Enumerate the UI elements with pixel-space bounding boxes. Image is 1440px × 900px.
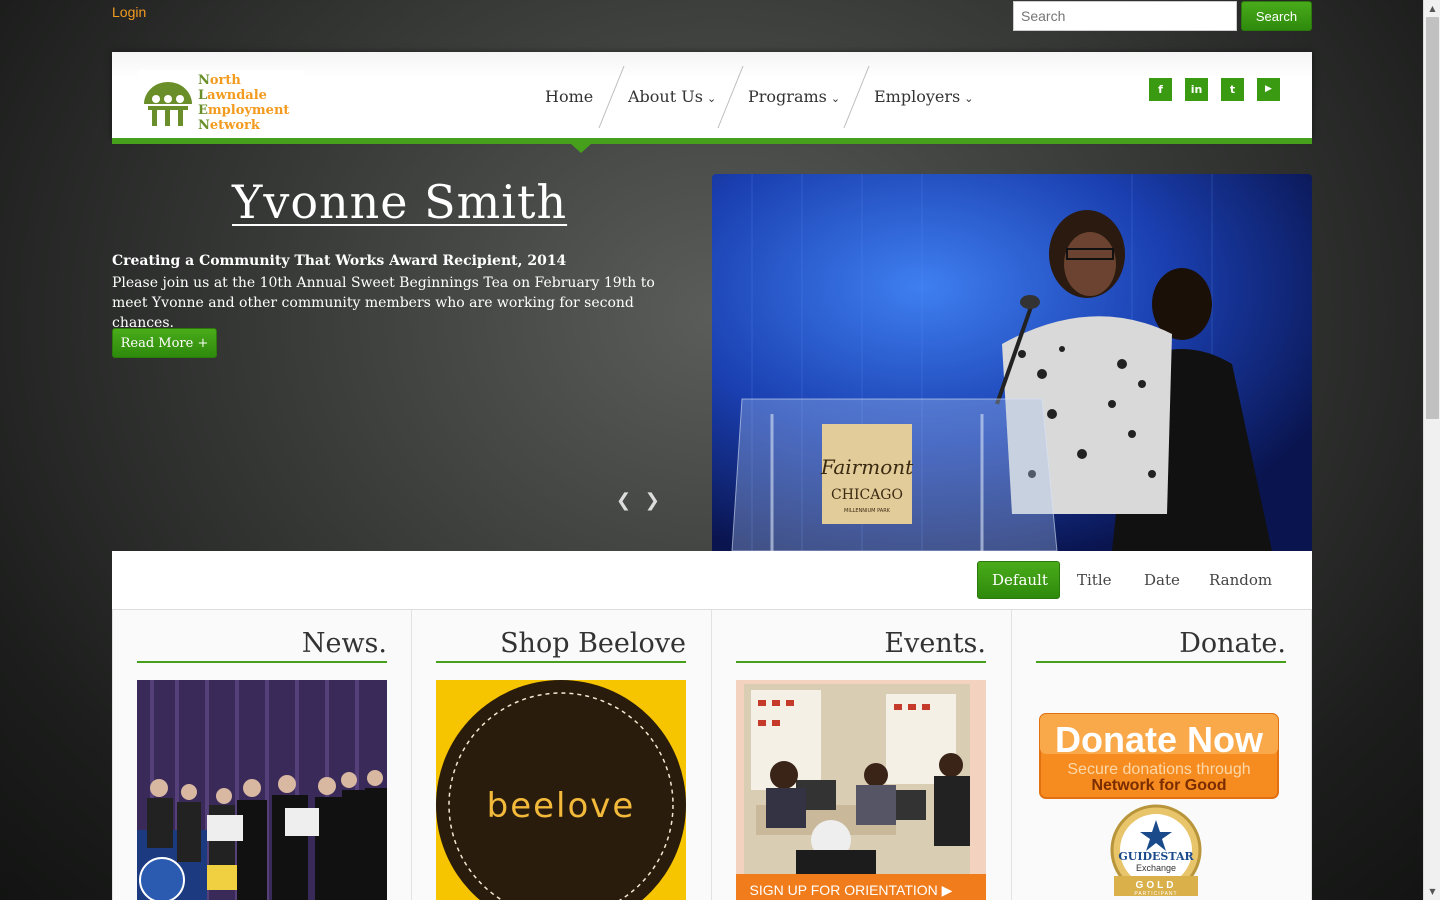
logo-line: Employment bbox=[198, 103, 290, 118]
hero-subtitle: Creating a Community That Works Award Re… bbox=[112, 253, 567, 269]
guidestar-text: Exchange bbox=[1136, 863, 1176, 873]
sort-filter-bar: Default Title Date Random bbox=[112, 551, 1312, 610]
chevron-down-icon: ⌄ bbox=[964, 92, 974, 105]
card-news[interactable]: News. bbox=[112, 610, 412, 900]
nav-item-employers[interactable]: Employers ⌄ bbox=[874, 87, 973, 106]
slider-arrows[interactable]: ❮ ❯ bbox=[616, 490, 664, 511]
scrollbar-thumb[interactable] bbox=[1426, 17, 1439, 419]
read-more-button[interactable]: Read More + bbox=[112, 328, 217, 358]
facebook-icon[interactable]: f bbox=[1149, 78, 1172, 101]
nav-label: Employers bbox=[874, 87, 961, 106]
active-nav-indicator bbox=[571, 144, 591, 153]
card-title[interactable]: News. bbox=[137, 628, 387, 663]
site-logo[interactable]: North Lawndale Employment Network bbox=[138, 70, 304, 136]
donate-now-text: Donate Now bbox=[1055, 719, 1264, 760]
guidestar-text: PARTICIPANT bbox=[1134, 891, 1177, 897]
content-cards: News. Shop Beelove beelove Events. SIGN … bbox=[112, 610, 1312, 900]
podium-text: CHICAGO bbox=[831, 487, 903, 503]
nav-label: Home bbox=[545, 87, 594, 106]
nav-item-home[interactable]: Home bbox=[545, 87, 593, 106]
header-accent-bar bbox=[112, 138, 1312, 144]
beelove-image[interactable]: beelove bbox=[436, 680, 686, 900]
guidestar-text: GOLD bbox=[1136, 880, 1177, 891]
hero-title[interactable]: Yvonne Smith bbox=[232, 175, 567, 229]
logo-mark-icon bbox=[144, 82, 192, 126]
logo-line: North bbox=[198, 73, 241, 88]
hero-body: Please join us at the 10th Annual Sweet … bbox=[112, 275, 655, 331]
chevron-down-icon: ⌄ bbox=[706, 92, 717, 105]
logo-line: Network bbox=[198, 118, 260, 133]
card-events[interactable]: Events. SIGN UP FOR ORIENTATION ▶ bbox=[712, 610, 1012, 900]
search-button[interactable]: Search bbox=[1241, 1, 1312, 31]
donate-image[interactable]: Donate Now Secure donations through Netw… bbox=[1036, 680, 1286, 900]
podium-text: MILLENNIUM PARK bbox=[844, 508, 891, 514]
news-image[interactable] bbox=[137, 680, 387, 900]
beelove-wordmark: beelove bbox=[487, 786, 636, 826]
donate-subtext: Network for Good bbox=[1091, 777, 1226, 794]
filter-random-button[interactable]: Random bbox=[1195, 561, 1286, 599]
card-title[interactable]: Events. bbox=[736, 628, 986, 663]
scroll-down-arrow-icon[interactable]: ▼ bbox=[1424, 883, 1440, 900]
linkedin-icon[interactable]: in bbox=[1185, 78, 1208, 101]
logo-line: Lawndale bbox=[198, 88, 267, 103]
filter-default-button[interactable]: Default bbox=[977, 561, 1060, 599]
search-input[interactable] bbox=[1013, 1, 1237, 31]
events-image[interactable]: SIGN UP FOR ORIENTATION ▶ bbox=[736, 680, 986, 900]
donate-subtext: Secure donations through bbox=[1067, 761, 1250, 778]
nav-divider bbox=[717, 66, 744, 128]
guidestar-text: GUIDESTAR bbox=[1118, 850, 1194, 863]
logo-text: North Lawndale Employment Network bbox=[198, 73, 289, 133]
filter-title-button[interactable]: Title bbox=[1063, 561, 1126, 599]
twitter-icon[interactable]: t bbox=[1221, 78, 1244, 101]
chevron-down-icon: ⌄ bbox=[830, 92, 841, 105]
card-donate[interactable]: Donate. Donate Now Secure donations thro… bbox=[1012, 610, 1312, 900]
orientation-banner-text: SIGN UP FOR ORIENTATION ▶ bbox=[750, 882, 953, 898]
filter-date-button[interactable]: Date bbox=[1130, 561, 1194, 599]
card-shop-beelove[interactable]: Shop Beelove beelove bbox=[412, 610, 712, 900]
youtube-icon[interactable]: ▶ bbox=[1257, 78, 1280, 101]
nav-label: About Us bbox=[628, 87, 703, 106]
nav-divider bbox=[843, 66, 870, 128]
nav-item-about-us[interactable]: About Us ⌄ bbox=[628, 87, 716, 106]
nav-label: Programs bbox=[748, 87, 827, 106]
login-link[interactable]: Login bbox=[112, 4, 146, 20]
card-title[interactable]: Donate. bbox=[1036, 628, 1286, 663]
scroll-up-arrow-icon[interactable]: ▲ bbox=[1424, 0, 1440, 17]
nav-divider bbox=[598, 66, 625, 128]
site-header: North Lawndale Employment Network Home A… bbox=[112, 52, 1312, 138]
podium-text: Fairmont bbox=[820, 455, 914, 479]
nav-item-programs[interactable]: Programs ⌄ bbox=[748, 87, 840, 106]
card-title[interactable]: Shop Beelove bbox=[436, 628, 686, 663]
hero-photo: Fairmont CHICAGO MILLENNIUM PARK bbox=[712, 174, 1312, 551]
page-scrollbar[interactable]: ▲ ▼ bbox=[1423, 0, 1440, 900]
